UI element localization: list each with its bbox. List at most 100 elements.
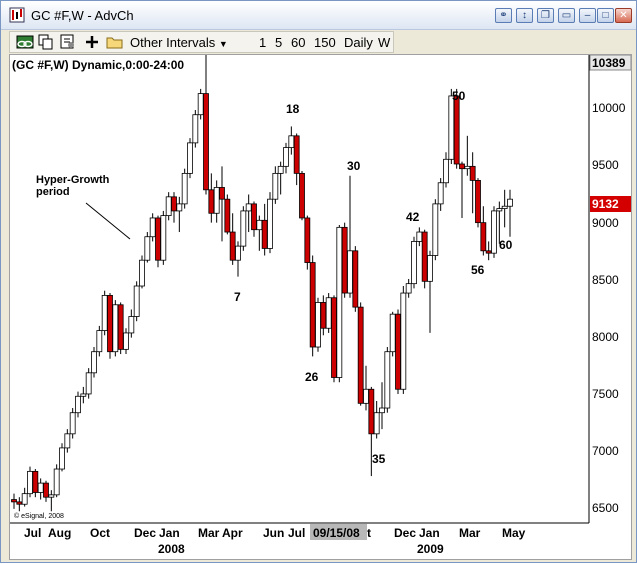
candle-down [352,250,359,308]
candle-down [331,297,337,378]
candle-up [96,330,103,353]
title-bar[interactable]: GC #F,W - AdvCh ⚭ ↕ ❐ ▭ – □ ✕ [1,1,636,30]
candle-up [267,198,273,249]
candle-up [213,187,220,214]
candle-down [485,250,492,254]
maximize-button[interactable]: □ [597,8,614,23]
month-label: Jul [288,526,305,540]
restore-icon[interactable]: ❐ [537,8,554,23]
candle-down [43,482,49,498]
candle-up [149,217,156,238]
interval-daily[interactable]: Daily [344,34,373,51]
candle-up [245,203,252,212]
candle-up [181,172,188,205]
price-axis: 10000 9500 9000 8500 8000 7500 7000 6500 [592,101,626,515]
price-tick: 8500 [592,273,619,287]
other-intervals-dropdown[interactable]: Other Intervals ▼ [130,34,228,51]
month-label: Jul [24,526,41,540]
candle-down [475,180,481,224]
candle-up [507,198,513,207]
candle-down [16,501,23,505]
close-button[interactable]: ✕ [615,8,632,23]
current-price-label: 9132 [592,197,619,211]
candle-down [261,219,268,249]
candle-up [85,372,92,395]
price-tick: 7000 [592,444,619,458]
candle-up [437,182,444,205]
candle-down [453,95,460,165]
candle-up [197,93,204,116]
candle-down [309,262,316,348]
candle-up [384,351,391,409]
toolbar: Other Intervals ▼ 1 5 60 150 Daily W [9,31,394,53]
candle-up [187,142,193,174]
month-label: Jun [263,526,284,540]
candle-up [400,292,407,390]
candle-down [459,163,465,170]
annotation-56: 56 [471,263,485,277]
annotation-18: 18 [286,102,300,116]
candle-down [480,222,487,252]
candle-down [219,187,225,200]
candle-up [411,241,417,285]
copy-icon[interactable] [38,34,54,50]
candle-up [133,285,140,317]
candle-up [347,250,353,294]
candle-up [123,332,129,350]
year-label: 2008 [158,542,185,556]
size-icon[interactable]: ↕ [516,8,533,23]
candle-down [11,499,17,503]
candle-up [160,215,167,261]
minimize-small-icon[interactable]: ▭ [558,8,575,23]
chart-settings-icon[interactable] [60,34,76,50]
candles [11,55,513,512]
app-icon [9,7,25,23]
candle-up [27,470,33,495]
interval-1[interactable]: 1 [259,34,266,51]
candle-down [208,189,215,214]
candle-up [496,208,503,212]
annotation-7: 7 [234,290,241,304]
candle-up [389,313,396,353]
interval-weekly[interactable]: W [378,34,390,51]
link-icon[interactable]: ⚭ [495,8,512,23]
candle-down [341,226,348,294]
top-price-label: 10389 [592,56,626,70]
month-label: Jan [159,526,180,540]
month-label: Aug [48,526,71,540]
candle-up [139,259,145,287]
month-label: Jan [419,526,440,540]
candle-up [363,388,369,404]
annotation-26: 26 [305,370,319,384]
minimize-button[interactable]: – [579,8,596,23]
crosshair-icon[interactable] [84,34,100,50]
chain-icon[interactable] [16,34,34,50]
price-chart[interactable]: (GC #F,W) Dynamic,0:00-24:00 10000 9500 … [10,54,632,559]
interval-5[interactable]: 5 [275,34,282,51]
time-axis: Jul Aug Oct Dec Jan Mar Apr Jun Jul t De… [24,526,526,556]
candle-up [501,205,508,209]
candle-up [373,412,380,435]
interval-60[interactable]: 60 [291,34,305,51]
candle-down [320,302,327,329]
annotation-35: 35 [372,452,386,466]
annotation-50: 50 [452,89,466,103]
price-tick: 9000 [592,216,619,230]
chart-header: (GC #F,W) Dynamic,0:00-24:00 [12,58,184,72]
candle-up [448,95,455,160]
candle-up [432,203,439,256]
candle-up [405,283,412,294]
candle-down [357,306,364,404]
month-label: Dec [394,526,416,540]
annotation-hyper-growth-line1: Hyper-Growth [36,174,110,186]
candle-up [256,219,263,231]
annotation-60: 60 [499,238,513,252]
candle-down [229,231,236,261]
candle-up [112,304,119,353]
folder-icon[interactable] [106,35,124,50]
candle-down [368,388,375,435]
chart-area[interactable]: (GC #F,W) Dynamic,0:00-24:00 10000 9500 … [9,54,632,560]
interval-150[interactable]: 150 [314,34,336,51]
month-label: May [502,526,526,540]
price-tick: 10000 [592,101,626,115]
